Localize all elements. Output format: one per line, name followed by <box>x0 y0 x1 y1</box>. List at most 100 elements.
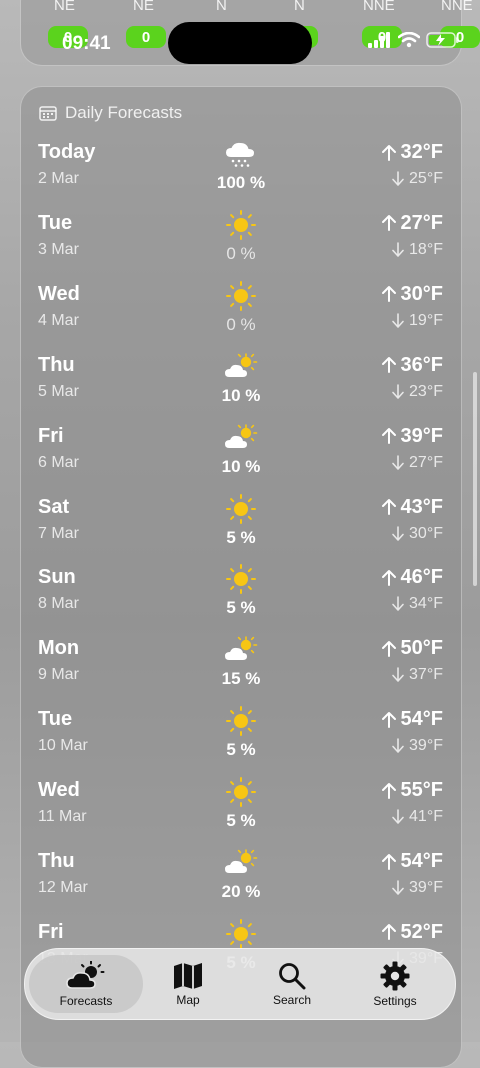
arrow-up-icon <box>381 640 396 657</box>
low-temperature: 25°F <box>391 170 443 188</box>
high-temp-value: 54°F <box>400 708 443 731</box>
precipitation-chance: 10 % <box>221 385 261 405</box>
sun-icon <box>223 280 259 311</box>
partly-cloudy-icon <box>223 635 259 665</box>
wind-speed-badge: 0 <box>126 26 166 48</box>
arrow-down-icon <box>392 242 404 257</box>
snow-cloud-icon <box>223 139 259 169</box>
status-time: 09:41 <box>62 33 111 54</box>
arrow-down-icon <box>392 809 404 824</box>
tab-search[interactable]: Search <box>253 955 331 1013</box>
tab-label: Search <box>272 992 312 1007</box>
low-temp-value: 18°F <box>409 240 443 258</box>
forecast-day: Today <box>38 141 96 163</box>
forecast-date: 3 Mar <box>38 240 79 258</box>
forecast-row[interactable]: Sun 8 Mar 5 % 46°F 34°F <box>21 562 461 632</box>
forecast-date: 2 Mar <box>38 170 79 187</box>
arrow-down-icon <box>392 312 404 328</box>
tab-settings[interactable]: Settings <box>357 955 433 1013</box>
forecast-row[interactable]: Mon 9 Mar 15 % 50°F 37°F <box>21 633 461 703</box>
tab-bar: Forecasts Map Search Settings <box>24 948 456 1020</box>
forecast-day: Tue <box>38 708 73 731</box>
low-temp-value: 37°F <box>409 666 443 684</box>
low-temperature: 34°F <box>391 595 443 613</box>
partly-cloudy-icon <box>223 423 259 453</box>
forecast-row[interactable]: Tue 3 Mar 0 % 27°F 18°F <box>21 208 461 278</box>
low-temperature: 23°F <box>391 383 443 401</box>
sun-icon <box>223 777 259 808</box>
forecast-row[interactable]: Today 2 Mar 100 % 32°F 25°F <box>21 137 461 207</box>
precipitation-chance: 0 % <box>226 314 256 334</box>
low-temp-value: 39°F <box>409 879 443 896</box>
low-temperature: 27°F <box>391 454 443 472</box>
tab-map[interactable]: Map <box>151 955 225 1013</box>
precipitation-chance: 5 % <box>226 740 256 760</box>
forecast-date: 10 Mar <box>38 737 88 755</box>
high-temperature: 39°F <box>381 425 443 448</box>
forecast-day: Wed <box>38 779 80 802</box>
sun-icon <box>223 493 259 524</box>
wind-direction: NNE <box>363 0 395 14</box>
high-temp-value: 54°F <box>400 850 443 872</box>
forecast-row[interactable]: Sat 7 Mar 5 % 43°F 30°F <box>21 492 461 562</box>
forecast-row[interactable]: Wed 4 Mar 0 % 30°F 19°F <box>21 279 461 349</box>
sun-icon <box>223 706 259 737</box>
high-temp-value: 46°F <box>400 566 443 589</box>
precipitation-chance: 10 % <box>221 456 261 476</box>
arrow-up-icon <box>381 853 396 870</box>
wind-direction: NNE <box>441 0 473 14</box>
forecast-row[interactable]: Thu 5 Mar 10 % 36°F 23°F <box>21 350 461 420</box>
calendar-icon <box>39 106 57 121</box>
forecast-day: Sat <box>38 495 70 518</box>
partly-cloudy-icon <box>223 352 259 382</box>
tab-label: Settings <box>373 993 417 1008</box>
low-temp-value: 23°F <box>409 382 443 400</box>
tab-forecasts[interactable]: Forecasts <box>29 955 143 1013</box>
high-temp-value: 50°F <box>400 637 443 660</box>
forecast-row[interactable]: Tue 10 Mar 5 % 54°F 39°F <box>21 704 461 774</box>
high-temperature: 46°F <box>381 566 443 589</box>
sun-behind-cloud-icon <box>66 960 105 989</box>
status-icons <box>368 32 460 48</box>
forecast-day: Sun <box>38 566 76 589</box>
partly-cloudy-icon <box>223 848 259 878</box>
dynamic-island <box>168 22 312 64</box>
arrow-up-icon <box>381 144 396 161</box>
arrow-down-icon <box>392 738 404 753</box>
precipitation-chance: 5 % <box>226 811 256 831</box>
high-temperature: 36°F <box>381 354 443 377</box>
high-temperature: 54°F <box>381 708 443 731</box>
high-temp-value: 36°F <box>400 353 443 376</box>
wind-direction: NE <box>54 0 75 14</box>
wind-direction-row: NE NE N N NNE NNE <box>0 0 480 20</box>
arrow-up-icon <box>381 286 396 303</box>
forecast-date: 11 Mar <box>38 808 87 826</box>
high-temp-value: 32°F <box>400 141 443 163</box>
high-temp-value: 43°F <box>400 495 443 518</box>
low-temp-value: 27°F <box>409 453 443 471</box>
card-header: Daily Forecasts <box>39 103 182 123</box>
high-temperature: 27°F <box>381 212 443 235</box>
sun-icon <box>223 209 259 240</box>
arrow-down-icon <box>392 880 404 895</box>
arrow-up-icon <box>381 569 396 586</box>
daily-forecast-card: Daily Forecasts Today 2 Mar 100 % 32°F 2… <box>20 86 462 1068</box>
forecast-row[interactable]: Fri 6 Mar 10 % 39°F 27°F <box>21 421 461 491</box>
card-title: Daily Forecasts <box>65 103 183 122</box>
precipitation-chance: 0 % <box>226 243 256 263</box>
forecast-date: 5 Mar <box>38 382 79 400</box>
low-temperature: 19°F <box>391 312 443 330</box>
high-temperature: 50°F <box>381 637 443 660</box>
scrollbar[interactable] <box>473 372 477 586</box>
forecast-row[interactable]: Thu 12 Mar 20 % 54°F 39°F <box>21 846 461 916</box>
precipitation-chance: 5 % <box>226 527 256 547</box>
high-temp-value: 55°F <box>400 779 443 802</box>
high-temp-value: 52°F <box>400 920 443 943</box>
map-icon <box>174 962 202 989</box>
low-temperature: 39°F <box>391 879 443 897</box>
forecast-row[interactable]: Wed 11 Mar 5 % 55°F 41°F <box>21 775 461 845</box>
arrow-up-icon <box>381 499 396 515</box>
tab-label: Forecasts <box>59 993 113 1008</box>
arrow-down-icon <box>392 454 404 470</box>
precipitation-chance: 100 % <box>216 173 266 192</box>
